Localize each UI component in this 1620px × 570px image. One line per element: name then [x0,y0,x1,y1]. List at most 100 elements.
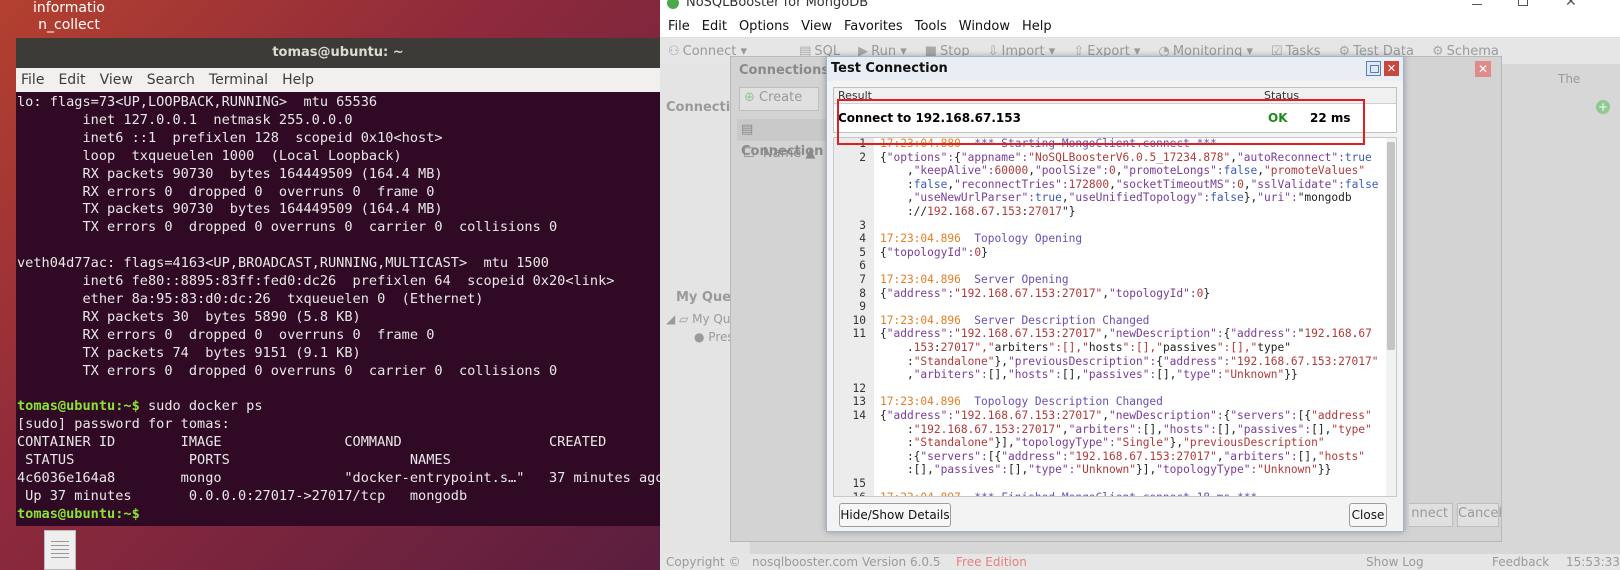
terminal-window[interactable]: tomas@ubuntu: ~ File Edit View Search Te… [16,38,660,526]
terminal-menu-search[interactable]: Search [147,72,195,88]
terminal-line: loop txqueuelen 1000 (Local Loopback) [17,147,402,164]
menu-view[interactable]: View [795,19,838,34]
terminal-line: TX errors 0 dropped 0 overruns 0 carrier… [17,219,558,236]
hide-show-details-button[interactable]: Hide/Show Details [839,503,951,527]
line-number: 16 [834,491,866,496]
terminal-line: veth04d77ac: flags=4163<UP,BROADCAST,RUN… [17,255,549,272]
line-number: 15 [852,477,866,490]
maximize-icon[interactable] [1366,61,1381,76]
cancel-button[interactable]: Cancel [1457,503,1502,527]
log-text: 17:23:04.896 Server Description Changed [880,314,1149,328]
menu-favorites[interactable]: Favorites [838,19,909,34]
terminal-prompt: tomas@ubuntu:~$ [17,505,140,522]
terminal-line: RX errors 0 dropped 0 overruns 0 frame 0 [17,183,435,200]
log-timestamp: 17:23:04.896 [880,232,961,246]
line-number: 13 [852,395,866,409]
log-message: Topology Opening [960,232,1083,246]
log-timestamp: 17:23:04.897 [880,491,961,496]
test-dialog-titlebar: Test Connection ✕ [827,57,1403,81]
terminal-menu-edit[interactable]: Edit [58,72,85,88]
terminal-line: ether 8a:95:83:d0:dc:26 txqueuelen 0 (Et… [17,290,484,307]
edition-text[interactable]: Free Edition [956,554,1027,570]
log-text: :"192.168.67.153:27017","arbiters":[],"h… [880,422,1372,436]
log-scrollbar[interactable] [1386,138,1396,496]
log-text: 17:23:04.896 Topology Description Change… [880,395,1163,409]
line-number: 6 [859,259,866,273]
add-icon[interactable]: + [1596,100,1610,114]
terminal-line: RX packets 30 bytes 5890 (5.8 KB) [17,308,361,325]
terminal-line: 4c6036e164a8 mongo "docker-entrypoint.s…… [17,470,660,487]
desktop-icon-label[interactable]: informatio n_collect [24,0,114,34]
log-text: 17:23:04.897 *** Finished MongoClient.co… [880,491,1257,496]
log-text: ://192.168.67.153:27017"} [880,205,1076,218]
terminal-title: tomas@ubuntu: ~ [16,38,660,68]
connections-close-icon[interactable]: ✕ [1475,61,1491,77]
log-timestamp: 17:23:04.896 [880,273,961,286]
app-titlebar: NoSQLBooster for MongoDB ✕ [660,0,1620,16]
toolbar-connect-label: Connect [682,43,737,59]
menu-window[interactable]: Window [953,19,1016,34]
log-details[interactable]: 1 17:23:04.880 *** Starting MongoClient.c… [833,137,1397,497]
terminal-menu-view[interactable]: View [100,72,133,88]
website-link[interactable]: nosqlbooster.com [752,554,858,570]
log-text: :[],"passives":[],"type":"Unknown"}],"to… [880,463,1332,477]
highlight-annotation [837,99,1365,145]
create-button[interactable]: ⊕ Create [739,87,819,111]
line-number: 14 [852,409,866,422]
file-icon[interactable] [44,530,76,570]
line-number: 11 [852,327,866,341]
log-message: *** Finished MongoClient.connect 18 ms *… [961,491,1257,496]
create-icon: ⊕ [744,90,755,105]
terminal-prompt-line: tomas@ubuntu:~$ [17,506,660,524]
terminal-line: CONTAINER ID IMAGE COMMAND CREATED [17,434,607,451]
app-title: NoSQLBooster for MongoDB [686,0,869,10]
line-number: 5 [859,245,866,259]
close-button[interactable]: Close [1349,503,1387,527]
line-number: 9 [859,300,866,314]
app-logo-icon [667,0,679,9]
line-number: 4 [859,232,866,246]
log-text: :{"servers":[{"address":"192.168.67.153:… [880,449,1366,463]
clock-text: 15:53:33 [1566,555,1620,569]
maximize-icon[interactable] [1518,0,1528,6]
name-column-label: Name [762,146,802,161]
feedback-button[interactable]: Feedback [1492,554,1549,570]
line-number: 2 [859,150,866,164]
terminal-prompt-line: tomas@ubuntu:~$ sudo docker ps [17,398,660,416]
log-text: ,"useNewUrlParser":true,"useUnifiedTopol… [880,191,1352,205]
close-icon[interactable]: ✕ [1565,0,1577,10]
menu-tools[interactable]: Tools [909,19,953,34]
show-log-button[interactable]: Show Log [1366,554,1424,570]
terminal-menubar: File Edit View Search Terminal Help [16,68,660,92]
log-timestamp: 17:23:04.896 [880,313,961,327]
terminal-menu-help[interactable]: Help [282,72,314,88]
terminal-line: RX errors 0 dropped 0 overruns 0 frame 0 [17,326,435,343]
nosqlbooster-window: NoSQLBooster for MongoDB ✕ File Edit Opt… [660,0,1620,570]
test-dialog-title: Test Connection [831,61,948,76]
menu-options[interactable]: Options [733,19,795,34]
menu-help[interactable]: Help [1016,19,1058,34]
menu-file[interactable]: File [662,19,696,34]
terminal-menu-terminal[interactable]: Terminal [209,72,268,88]
terminal-prompt: tomas@ubuntu:~$ [17,398,140,415]
log-scrollbar-thumb[interactable] [1387,142,1395,350]
line-number: 8 [859,286,866,300]
log-text: :"Standalone"}],"topologyType":"Single"}… [880,436,1325,450]
name-column-header[interactable]: ☐ Name ▲ [737,143,827,165]
terminal-menu-file[interactable]: File [21,72,44,88]
terminal-line: inet6 fe80::8895:83ff:fed0:dc26 prefixle… [17,273,615,290]
log-text: .153:27017","arbiters":[],"hosts":[],"pa… [880,341,1291,354]
copyright-text: Copyright © [666,555,741,569]
log-text: :"Standalone"},"previousDescription":{"a… [880,354,1379,368]
terminal-line: TX packets 74 bytes 9151 (9.1 KB) [17,344,361,361]
menu-edit[interactable]: Edit [696,19,733,34]
minimize-icon[interactable] [1472,4,1482,5]
terminal-output[interactable]: lo: flags=73<UP,LOOPBACK,RUNNING> mtu 65… [16,94,660,526]
log-text: {"address":"192.168.67.153:27017","newDe… [880,327,1372,341]
status-bar: Copyright © nosqlbooster.com Version 6.0… [660,554,1620,570]
line-number: 7 [859,273,866,286]
log-text: {"address":"192.168.67.153:27017","newDe… [880,409,1372,422]
connect-button[interactable]: nnect [1409,503,1453,527]
close-icon[interactable]: ✕ [1384,61,1399,76]
